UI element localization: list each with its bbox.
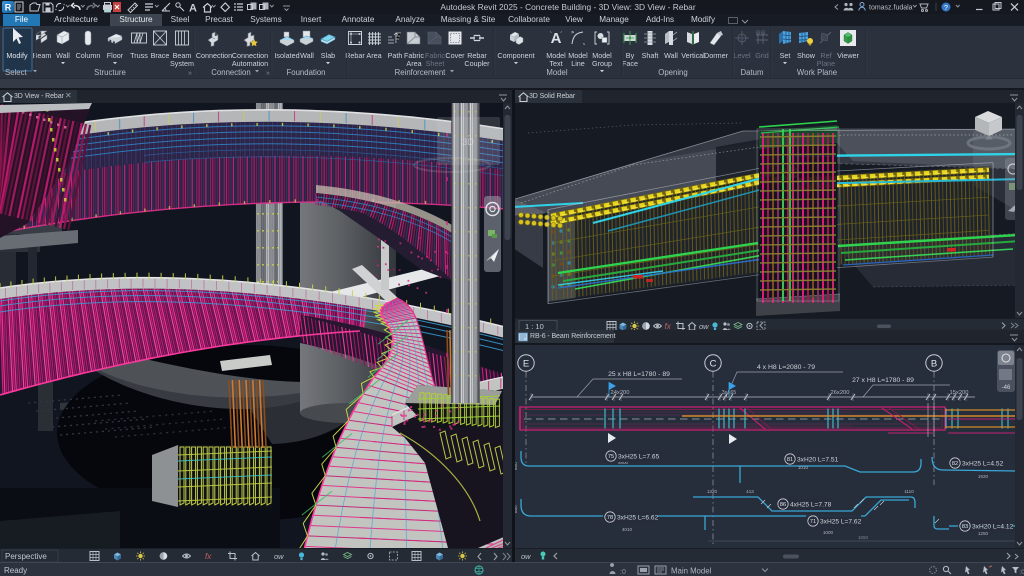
svg-text:Foundation: Foundation xyxy=(286,68,325,77)
svg-text:Column: Column xyxy=(76,51,101,60)
svg-text:15x200: 15x200 xyxy=(949,390,968,396)
svg-text:»: » xyxy=(188,70,192,77)
svg-text:3xH25 L=7.62: 3xH25 L=7.62 xyxy=(820,519,862,526)
svg-text:Modify: Modify xyxy=(6,51,28,60)
svg-text:1920: 1920 xyxy=(978,474,989,479)
svg-text:1110: 1110 xyxy=(904,489,914,494)
svg-text:E: E xyxy=(523,359,529,370)
svg-text:Main Model: Main Model xyxy=(671,567,712,576)
svg-text:25 x H8 L=1780 - 89: 25 x H8 L=1780 - 89 xyxy=(608,371,670,378)
svg-text:Autodesk Revit 2025 - Concrete: Autodesk Revit 2025 - Concrete Building … xyxy=(440,2,695,12)
svg-text:1650: 1650 xyxy=(858,535,869,540)
svg-text:Level: Level xyxy=(733,51,751,60)
svg-text:ow: ow xyxy=(521,552,531,561)
svg-text:Text: Text xyxy=(549,59,562,68)
svg-text:Grid: Grid xyxy=(755,51,769,60)
svg-text:Wall: Wall xyxy=(300,51,314,60)
svg-text:Rebar: Rebar xyxy=(345,51,365,60)
svg-text:Line: Line xyxy=(571,59,585,68)
svg-text:Shaft: Shaft xyxy=(642,51,659,60)
svg-text:Select: Select xyxy=(5,68,28,77)
svg-text:3D: 3D xyxy=(462,137,474,147)
svg-text:Isolated: Isolated xyxy=(274,51,299,60)
svg-text:C: C xyxy=(710,359,717,370)
svg-text:Ready: Ready xyxy=(4,566,27,575)
svg-text:Floor: Floor xyxy=(107,51,124,60)
svg-text:Truss: Truss xyxy=(130,51,148,60)
svg-text:3xH25 L=6.62: 3xH25 L=6.62 xyxy=(617,515,659,522)
svg-text:1010: 1010 xyxy=(798,465,809,470)
svg-text:Datum: Datum xyxy=(741,68,764,77)
svg-text:Dormer: Dormer xyxy=(704,51,729,60)
svg-text:Opening: Opening xyxy=(658,68,687,77)
svg-text:1000: 1000 xyxy=(823,530,834,535)
svg-text::0: :0 xyxy=(1020,569,1024,576)
svg-text:Wall: Wall xyxy=(664,51,678,60)
svg-text:Path: Path xyxy=(388,51,403,60)
svg-text:tomasz.fudala: tomasz.fudala xyxy=(869,5,913,12)
svg-text:?: ? xyxy=(944,5,948,12)
svg-text:»: » xyxy=(266,70,270,77)
svg-text:Model: Model xyxy=(546,68,568,77)
svg-text:-46: -46 xyxy=(1002,385,1011,391)
svg-text:A: A xyxy=(189,3,197,15)
svg-text:Brace: Brace xyxy=(151,51,170,60)
svg-text:A: A xyxy=(551,30,562,47)
svg-text:Perspective: Perspective xyxy=(5,552,47,561)
svg-text:3xH20 L=4.12: 3xH20 L=4.12 xyxy=(972,524,1014,531)
svg-text:Slab: Slab xyxy=(321,51,335,60)
svg-text:Component: Component xyxy=(497,51,534,60)
svg-text:Structure: Structure xyxy=(94,68,126,77)
svg-text:Connection: Connection xyxy=(196,51,232,60)
svg-text:86: 86 xyxy=(780,502,786,508)
svg-text:4 x H8 L=2080 - 79: 4 x H8 L=2080 - 79 xyxy=(757,364,815,371)
svg-text:Work Plane: Work Plane xyxy=(797,68,837,77)
svg-text:75: 75 xyxy=(608,454,614,460)
svg-text:Connection: Connection xyxy=(211,68,250,77)
svg-text:81: 81 xyxy=(787,457,793,463)
svg-text:Cover: Cover xyxy=(445,51,465,60)
svg-text:82: 82 xyxy=(952,461,958,467)
svg-text:Viewer: Viewer xyxy=(837,51,859,60)
svg-text:Reinforcement: Reinforcement xyxy=(395,68,447,77)
svg-text:71: 71 xyxy=(810,519,816,525)
svg-text:Face: Face xyxy=(622,59,638,68)
svg-text:Show: Show xyxy=(797,51,816,60)
svg-text:ow: ow xyxy=(274,552,284,561)
svg-text:B: B xyxy=(931,359,937,370)
svg-text:3xH20 L=7.51: 3xH20 L=7.51 xyxy=(797,457,839,464)
svg-text:78: 78 xyxy=(607,515,613,521)
svg-text:27 x H8 L=1780 - 89: 27 x H8 L=1780 - 89 xyxy=(852,377,914,384)
svg-text:3xH25 L=4.52: 3xH25 L=4.52 xyxy=(962,461,1004,468)
svg-text:24x200: 24x200 xyxy=(610,390,629,396)
svg-text:26x200: 26x200 xyxy=(830,390,849,396)
svg-text:Vertical: Vertical xyxy=(681,51,705,60)
svg-text:83: 83 xyxy=(962,524,968,530)
svg-text:4xH25 L=7.78: 4xH25 L=7.78 xyxy=(790,502,832,509)
svg-text:Area: Area xyxy=(366,51,381,60)
svg-text:System: System xyxy=(170,59,194,68)
svg-text:Automation: Automation xyxy=(232,59,268,68)
svg-text:Sheet: Sheet xyxy=(426,59,445,68)
svg-text:3xH25 L=7.65: 3xH25 L=7.65 xyxy=(618,454,660,461)
svg-text:Set: Set xyxy=(780,51,791,60)
svg-text:Group: Group xyxy=(592,59,612,68)
svg-text:Wall: Wall xyxy=(56,51,70,60)
svg-text:1320: 1320 xyxy=(707,489,718,494)
svg-text:Area: Area xyxy=(406,59,421,68)
svg-text:R: R xyxy=(5,3,12,13)
svg-text:Coupler: Coupler xyxy=(464,59,490,68)
svg-text:413: 413 xyxy=(746,489,754,494)
svg-text:Plane: Plane xyxy=(817,59,835,68)
svg-text:fx: fx xyxy=(205,552,212,561)
svg-text::0: :0 xyxy=(620,569,626,576)
svg-text:4010: 4010 xyxy=(622,527,633,532)
